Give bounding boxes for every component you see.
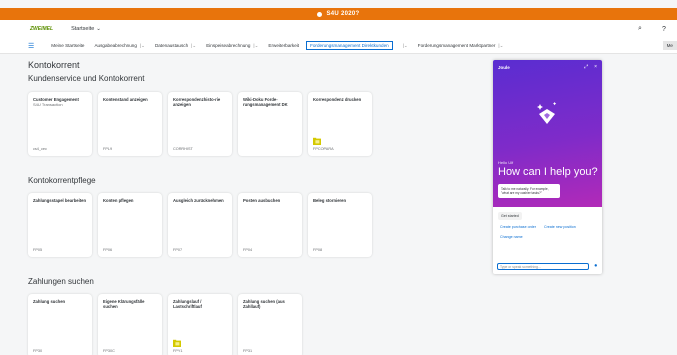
- joule-diamond-icon: [537, 102, 557, 124]
- nav-item-fm-marktpartner[interactable]: Forderungsmanagement Marktpartner |⌄: [415, 42, 507, 50]
- tile-korrespondenzhistorie[interactable]: Korrespondenzhisto-rie anzeigen CORRHIST: [168, 92, 232, 156]
- tile-posten-ausbuchen[interactable]: Posten ausbuchen FP04: [238, 193, 302, 257]
- tile-footer: FP06: [103, 248, 113, 252]
- company-logo[interactable]: ZWEIMEL: [30, 26, 53, 32]
- tile-konten-pflegen[interactable]: Konten pflegen FP06: [98, 193, 162, 257]
- menu-icon[interactable]: ☰: [28, 42, 34, 50]
- folder-icon: [313, 137, 321, 145]
- shell-bar: ZWEIMEL Startseite ⌄ ⌕ ?: [0, 20, 677, 38]
- nav-label: Meine Startseite: [51, 43, 85, 48]
- tile-footer: FP31: [243, 349, 253, 353]
- nav-item-einspeiseabrechnung[interactable]: Einspeiseabrechnung |⌄: [203, 42, 261, 50]
- tile-footer: FP30C: [103, 349, 115, 353]
- tile-footer: cs4_cec: [33, 147, 47, 151]
- nav-item-ausgabeabrechnung[interactable]: Ausgabeabrechnung |⌄: [91, 42, 147, 50]
- tile-title: Korrespondenzhisto-rie anzeigen: [173, 97, 221, 108]
- system-title: S4U 2020?: [326, 11, 360, 17]
- nav-more-button[interactable]: Me: [662, 41, 677, 50]
- home-menu[interactable]: Startseite ⌄: [71, 26, 101, 32]
- tile-title: Wiki-Doku Forde-rungsmanagement DK: [243, 97, 288, 108]
- suggestion-chip[interactable]: Get started: [498, 212, 522, 220]
- system-bar: S4U 2020?: [0, 8, 677, 20]
- tile-footer: FP07: [173, 248, 183, 252]
- tile-zahlungslauf[interactable]: Zahlungslauf / Lastschriftlauf FPY1: [168, 294, 232, 355]
- section-title-kundenservice: Kundenservice und Kontokorrent: [28, 74, 145, 83]
- tile-title: Zahlung suchen (aus Zahllauf): [243, 299, 285, 310]
- suggestion-link[interactable]: Create new position: [542, 224, 578, 230]
- tile-footer: FPCOPARA: [313, 147, 334, 151]
- search-icon[interactable]: ⌕: [635, 24, 645, 34]
- tile-zahlungsstapel[interactable]: Zahlungsstapel bearbeiten FP05: [28, 193, 92, 257]
- chevron-down-icon: ⌄: [96, 26, 101, 32]
- tile-zahlung-suchen-zahllauf[interactable]: Zahlung suchen (aus Zahllauf) FP31: [238, 294, 302, 355]
- tile-title: Ausgleich zurücknehmen: [173, 198, 224, 203]
- microphone-icon[interactable]: ⏺: [594, 263, 597, 269]
- tile-title: Posten ausbuchen: [243, 198, 281, 203]
- nav-item-fm-direktkunden-menu[interactable]: |⌄: [397, 42, 411, 50]
- tile-footer: FP08: [313, 248, 323, 252]
- tile-title: Zahlung suchen: [33, 299, 66, 304]
- chevron-down-icon: |⌄: [191, 42, 197, 48]
- tile-footer: FP05: [33, 248, 43, 252]
- nav-label: Datenaustausch: [154, 43, 189, 48]
- tile-kontenstand[interactable]: Kontenstand anzeigen FPL9: [98, 92, 162, 156]
- nav-item-meine-startseite[interactable]: Meine Startseite: [48, 42, 87, 49]
- tile-footer: FPL9: [103, 147, 113, 151]
- space-navigation: ☰ Meine Startseite Ausgabeabrechnung |⌄ D…: [0, 38, 677, 54]
- nav-label: Ausgabeabrechnung: [94, 43, 137, 48]
- section-title-zahlungen-suchen: Zahlungen suchen: [28, 277, 94, 286]
- joule-panel: Joule ⤢ × Hello Ulf How can I help you? …: [493, 60, 602, 274]
- tile-zahlung-suchen[interactable]: Zahlung suchen FP30: [28, 294, 92, 355]
- tile-title: Korrespondenz drucken: [313, 97, 362, 102]
- tile-footer: CORRHIST: [173, 147, 193, 151]
- tile-wiki-doku[interactable]: Wiki-Doku Forde-rungsmanagement DK: [238, 92, 302, 156]
- chevron-down-icon: |⌄: [402, 42, 408, 48]
- joule-headline: How can I help you?: [498, 166, 598, 178]
- nav-item-datenaustausch[interactable]: Datenaustausch |⌄: [152, 42, 199, 50]
- tile-title: Beleg stornieren: [313, 198, 347, 203]
- tile-ausgleich-zuruecknehmen[interactable]: Ausgleich zurücknehmen FP07: [168, 193, 232, 257]
- nav-label: Forderungsmanagement Marktpartner: [417, 43, 496, 48]
- joule-title: Joule: [498, 65, 510, 70]
- chevron-down-icon: |⌄: [139, 42, 145, 48]
- section-title-kontokorrentpflege: Kontokorrentpflege: [28, 176, 96, 185]
- nav-label: Einspeiseabrechnung: [206, 43, 251, 48]
- tile-footer: FP30: [33, 349, 43, 353]
- tile-customer-engagement[interactable]: Customer Engagement S4U Transaction cs4_…: [28, 92, 92, 156]
- suggestion-link[interactable]: Create purchase order: [498, 224, 538, 230]
- tile-title: Konten pflegen: [103, 198, 134, 203]
- tile-footer: FP04: [243, 248, 253, 252]
- tile-title: Zahlungslauf / Lastschriftlauf: [173, 299, 202, 310]
- tile-footer: FPY1: [173, 349, 183, 353]
- page-title: Kontokorrent: [28, 60, 80, 70]
- joule-input[interactable]: Type or speak something...: [497, 263, 589, 270]
- help-icon[interactable]: ?: [659, 24, 669, 34]
- chevron-down-icon: |⌄: [253, 42, 259, 48]
- chevron-down-icon: |⌄: [498, 42, 504, 48]
- tile-title: Eigene Klärungsfälle suchen: [103, 299, 145, 310]
- joule-hint: Talk to me naturally. For example, "what…: [498, 184, 560, 199]
- tile-klaerungsfaelle[interactable]: Eigene Klärungsfälle suchen FP30C: [98, 294, 162, 355]
- nav-item-erweiterbarkeit[interactable]: Erweiterbarkeit: [265, 42, 302, 49]
- system-icon: [317, 11, 323, 17]
- tile-subtitle: S4U Transaction: [33, 102, 63, 108]
- tile-korrespondenz-drucken[interactable]: Korrespondenz drucken FPCOPARA: [308, 92, 372, 156]
- suggestion-link[interactable]: Change name: [498, 234, 525, 240]
- tile-title: Kontenstand anzeigen: [103, 97, 148, 102]
- folder-icon: [173, 339, 181, 347]
- tile-title: Zahlungsstapel bearbeiten: [33, 198, 87, 203]
- home-label: Startseite: [71, 26, 95, 32]
- joule-greeting: Hello Ulf: [498, 160, 514, 165]
- nav-label: Forderungsmanagement Direktkunden: [310, 43, 389, 48]
- nav-item-fm-direktkunden[interactable]: Forderungsmanagement Direktkunden: [306, 41, 393, 50]
- joule-suggestions: Get started Create purchase order Create…: [493, 207, 602, 249]
- close-icon[interactable]: ×: [594, 64, 597, 70]
- tile-beleg-stornieren[interactable]: Beleg stornieren FP08: [308, 193, 372, 257]
- expand-icon[interactable]: ⤢: [584, 64, 588, 70]
- nav-label: Erweiterbarkeit: [268, 43, 300, 48]
- joule-header: Joule ⤢ × Hello Ulf How can I help you? …: [493, 60, 602, 207]
